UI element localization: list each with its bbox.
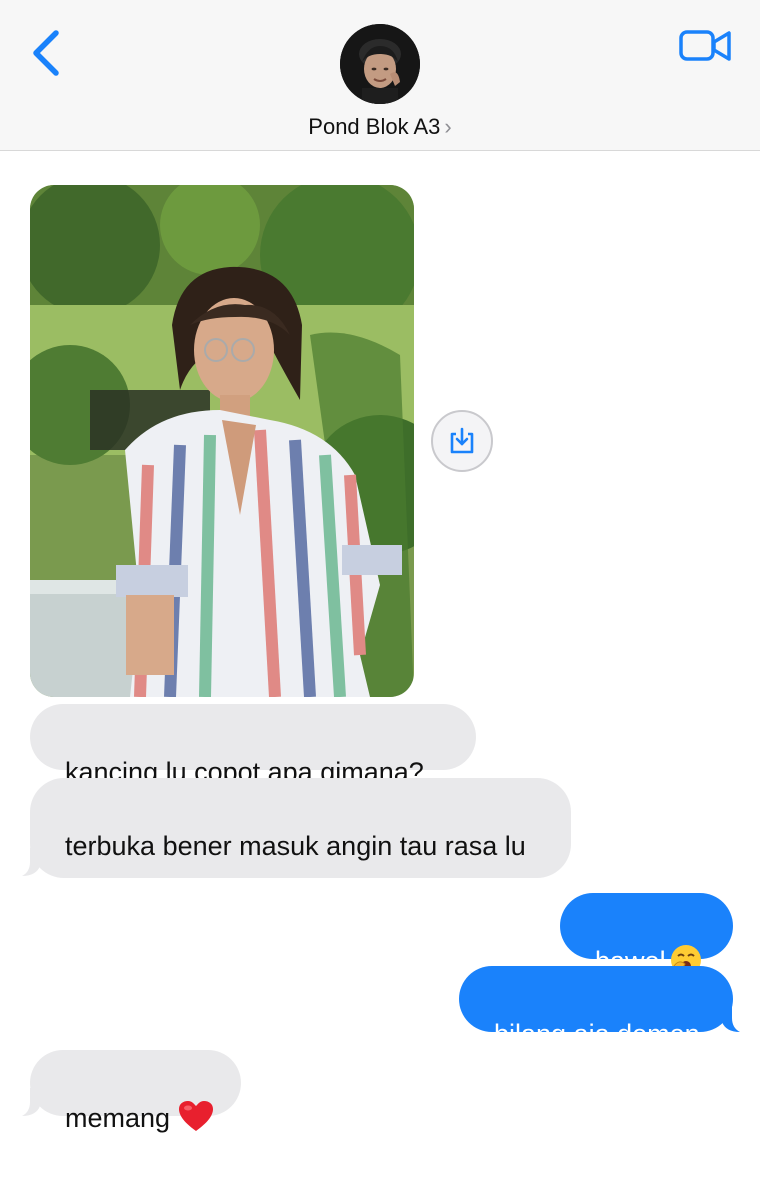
message-text: memang (65, 1103, 171, 1133)
outgoing-message[interactable]: bilang aja demen (459, 966, 733, 1049)
video-camera-icon (679, 30, 731, 61)
chevron-left-icon (33, 30, 59, 76)
contact-avatar[interactable] (340, 24, 420, 104)
photo-message[interactable] (30, 185, 414, 697)
back-button[interactable] (28, 28, 68, 78)
conversation-header: Pond Blok A3 › (0, 0, 760, 151)
photo-image (30, 185, 414, 697)
avatar-image (340, 24, 420, 104)
incoming-message[interactable]: memang (30, 1050, 241, 1133)
bubble-tail (22, 1088, 40, 1116)
contact-name: Pond Blok A3 (308, 114, 441, 139)
video-call-button[interactable] (678, 26, 734, 66)
download-icon (450, 427, 474, 454)
message-text: terbuka bener masuk angin tau rasa lu (65, 831, 526, 861)
chevron-right-icon: › (444, 114, 452, 139)
incoming-message[interactable]: kancing lu copot apa gimana? (30, 704, 476, 787)
message-text: bilang aja demen (494, 1019, 700, 1049)
incoming-message[interactable]: terbuka bener masuk angin tau rasa lu (30, 778, 571, 878)
contact-name-button[interactable]: Pond Blok A3 › (0, 114, 760, 146)
red-heart-emoji (179, 1101, 214, 1131)
bubble-tail (722, 1004, 740, 1032)
save-photo-button[interactable] (431, 410, 493, 472)
bubble-tail (22, 848, 40, 876)
outgoing-message[interactable]: bawel (560, 893, 733, 976)
